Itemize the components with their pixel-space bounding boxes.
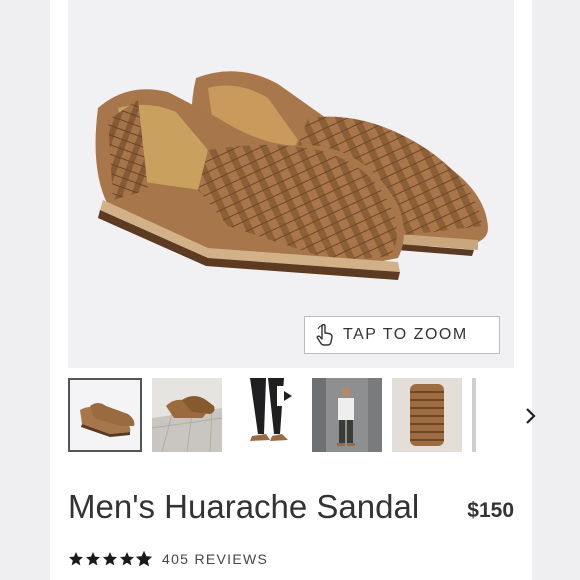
zoom-label: TAP TO ZOOM [343, 326, 468, 343]
thumb-shoes-stack-image [392, 378, 462, 452]
right-backdrop [532, 0, 580, 580]
star-full-icon [69, 552, 83, 566]
thumb-model-street-image [312, 378, 382, 452]
product-title: Men's Huarache Sandal [68, 488, 420, 525]
chevron-right-icon[interactable] [520, 406, 540, 426]
video-play-icon [277, 386, 297, 406]
star-rating [68, 551, 152, 567]
product-price: $150 [467, 499, 514, 522]
star-full-icon [103, 552, 117, 566]
thumb-shoes-on-tiles-image [152, 378, 222, 452]
star-full-icon [120, 552, 134, 566]
tap-to-zoom-button[interactable]: TAP TO ZOOM [304, 316, 500, 354]
thumb-shoes-pair-image [80, 403, 135, 437]
thumb-partial[interactable] [472, 378, 476, 452]
thumb-shoes-on-tiles[interactable] [152, 378, 222, 452]
thumb-shoes-stack[interactable] [392, 378, 462, 452]
left-backdrop [0, 0, 50, 580]
product-hero-image[interactable]: TAP TO ZOOM [68, 0, 514, 368]
thumb-model-street[interactable] [312, 378, 382, 452]
thumb-video-model-legs[interactable] [232, 378, 302, 452]
huarache-shoes-illustration [95, 71, 489, 280]
product-rating[interactable]: 405 REVIEWS [68, 551, 268, 567]
thumb-shoes-pair[interactable] [68, 378, 142, 452]
hand-pointer-icon [316, 324, 333, 346]
product-panel: TAP TO ZOOM Men's Huarache Sandal $150 4… [50, 0, 536, 580]
star-half-icon [136, 551, 152, 567]
star-full-icon [86, 552, 100, 566]
reviews-link[interactable]: 405 REVIEWS [162, 551, 268, 567]
thumbnail-strip [68, 378, 536, 454]
